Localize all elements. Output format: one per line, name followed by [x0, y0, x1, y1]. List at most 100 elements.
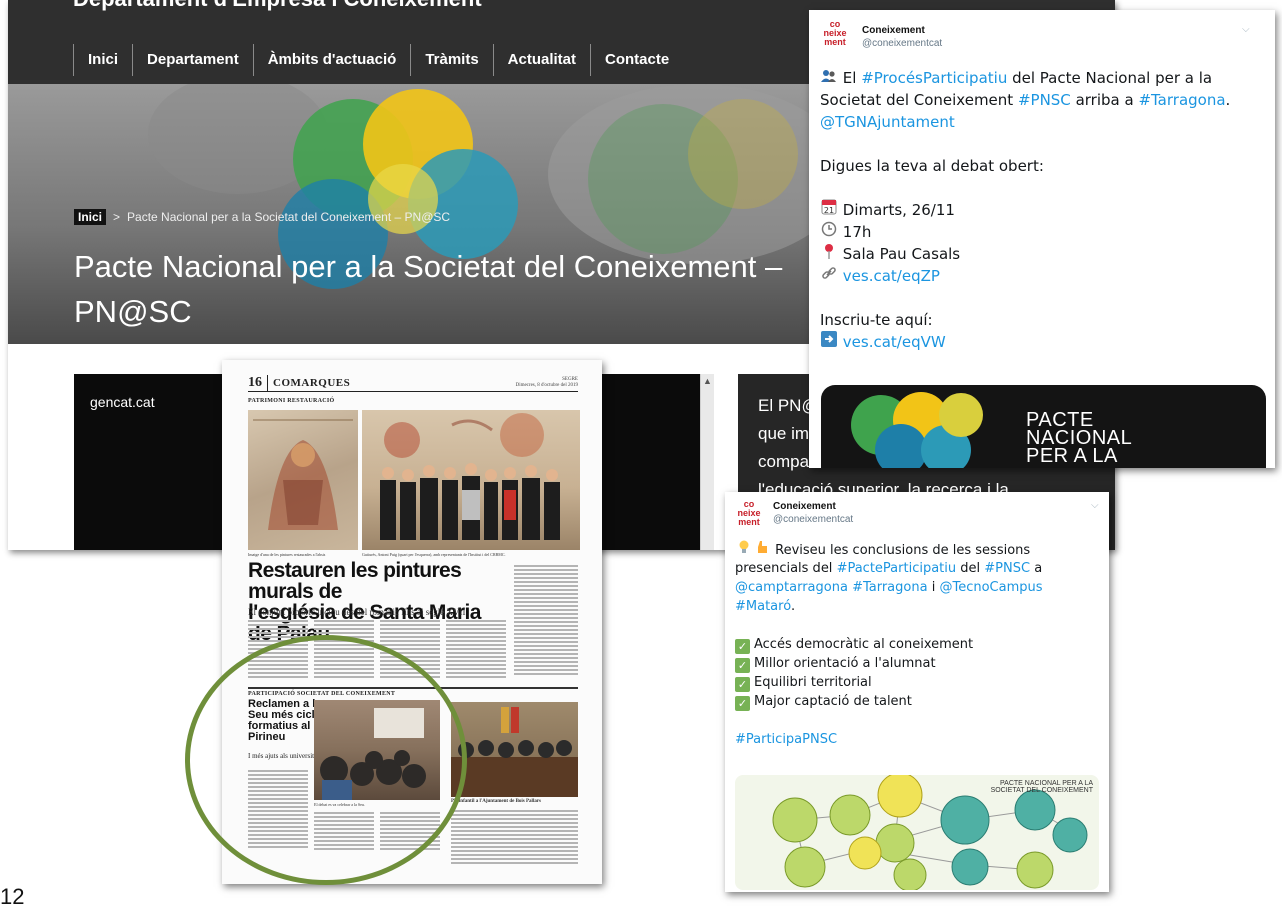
- arrow-right-icon: [820, 331, 838, 353]
- conclusion-item: Major captació de talent: [754, 694, 912, 709]
- scroll-up-icon[interactable]: ▲: [703, 376, 712, 386]
- people-icon: [820, 67, 838, 89]
- event-time: 17h: [842, 223, 872, 241]
- newspaper-name: SEGRE: [562, 376, 578, 382]
- chevron-down-icon[interactable]: ⌵: [1091, 500, 1099, 511]
- conclusion-item: Equilibri territorial: [754, 675, 872, 690]
- headline-line1: Restauren les pintures murals de: [248, 559, 462, 603]
- nav-item-tramits[interactable]: Tràmits: [410, 44, 492, 76]
- nav-item-inici[interactable]: Inici: [73, 44, 132, 76]
- newspaper-date: Dimecres, 8 d'octubre del 2019: [515, 382, 578, 388]
- tweet-text-fragment: .: [1225, 91, 1231, 109]
- photo4-caption: Ple infantil a l'Ajuntament de Bois Pall…: [451, 799, 541, 804]
- newspaper-page-number: 16: [248, 374, 268, 391]
- svg-text:21: 21: [824, 206, 834, 215]
- chevron-down-icon[interactable]: ⌵: [1242, 24, 1250, 35]
- slide-page-number: 12: [0, 884, 25, 909]
- banner-text: PACTE NACIONAL PER A LA: [1026, 410, 1132, 467]
- tweet-card[interactable]: co neixe ment Coneixement @coneixementca…: [725, 492, 1109, 892]
- tweet-text-fragment: arriba a: [1070, 91, 1139, 109]
- photo2-caption: Gutiurès, Antoni Puig (quart per l'esque…: [362, 552, 506, 557]
- group-people-illustration: [380, 413, 560, 540]
- newspaper-header: 16 COMARQUES SEGRE Dimecres, 8 d'octubre…: [248, 374, 578, 392]
- tweet-text: El #ProcésParticipatiu del Pacte Naciona…: [820, 67, 1230, 353]
- hashtag-link[interactable]: #ProcésParticipatiu: [861, 69, 1007, 87]
- newspaper-masthead: SEGRE Dimecres, 8 d'octubre del 2019: [516, 377, 578, 389]
- tweet-author-handle[interactable]: @coneixementcat: [862, 38, 942, 49]
- mural-photo: [248, 410, 358, 550]
- mention-link[interactable]: @TecnoCampus: [939, 580, 1042, 595]
- hashtag-link[interactable]: #ParticipaPNSC: [735, 732, 837, 747]
- checkmark-icon: ✓: [735, 696, 750, 711]
- hashtag-link[interactable]: #PNSC: [1018, 91, 1071, 109]
- nav-item-actualitat[interactable]: Actualitat: [492, 44, 590, 76]
- tweet-text-fragment: presencials del: [735, 561, 837, 576]
- concept-map-title-line: PACTE NACIONAL PER A LA: [1000, 780, 1093, 787]
- tweet-text-fragment: a: [1030, 561, 1043, 576]
- tweet-text-fragment: Reviseu les conclusions de les sessions: [775, 543, 1031, 558]
- hashtag-link[interactable]: #PacteParticipatiu: [837, 561, 957, 576]
- tweet-card[interactable]: co neixe ment Coneixement @coneixementca…: [809, 10, 1275, 468]
- tweet-author-handle[interactable]: @coneixementcat: [773, 514, 853, 525]
- main-nav: Inici Departament Àmbits d'actuació Tràm…: [73, 44, 683, 76]
- hashtag-link[interactable]: #Mataró: [735, 599, 791, 614]
- lightbulb-icon: [735, 540, 753, 560]
- concept-map-title-line: SOCIETAT DEL CONEIXEMENT: [990, 787, 1093, 794]
- photo1-caption: Imatge d'una de les pintures restaurades…: [248, 552, 326, 557]
- article1-body-col4: [446, 620, 506, 680]
- checkmark-icon: ✓: [735, 658, 750, 673]
- mention-link[interactable]: @TGNAjuntament: [820, 113, 955, 131]
- article3-body: [451, 810, 578, 866]
- pin-icon: [820, 243, 838, 265]
- newspaper-section: COMARQUES: [273, 376, 351, 389]
- highlight-circle: [185, 635, 467, 885]
- tweet-text-fragment: El: [842, 69, 862, 87]
- council-photo: [451, 702, 578, 797]
- nav-item-contacte[interactable]: Contacte: [590, 44, 683, 76]
- checkmark-icon: ✓: [735, 677, 750, 692]
- nav-item-ambits[interactable]: Àmbits d'actuació: [252, 44, 411, 76]
- event-place: Sala Pau Casals: [842, 245, 961, 263]
- coneixement-avatar[interactable]: co neixe ment: [819, 20, 851, 52]
- mention-link[interactable]: @camptarragona: [735, 580, 848, 595]
- tweet-author-name[interactable]: Coneixement: [862, 25, 925, 36]
- video-scrollbar[interactable]: ▲: [700, 374, 714, 550]
- hashtag-link[interactable]: #PNSC: [984, 561, 1030, 576]
- tweet-image[interactable]: PACTE NACIONAL PER A LA: [821, 385, 1266, 468]
- clock-icon: [820, 221, 838, 243]
- conclusion-item: Accés democràtic al coneixement: [754, 637, 974, 652]
- page-title: Pacte Nacional per a la Societat del Con…: [74, 244, 834, 334]
- breadcrumb-current: Pacte Nacional per a la Societat del Con…: [127, 210, 451, 224]
- tweet-author-name[interactable]: Coneixement: [773, 501, 836, 512]
- avatar-text-bottom: ment: [738, 517, 760, 527]
- coneixement-avatar[interactable]: co neixe ment: [733, 500, 765, 532]
- checkmark-icon: ✓: [735, 639, 750, 654]
- tweet-image-concept-map[interactable]: PACTE NACIONAL PER A LA SOCIETAT DEL CON…: [735, 775, 1099, 890]
- banner-text-line: PER A LA: [1026, 445, 1118, 467]
- nav-item-departament[interactable]: Departament: [132, 44, 253, 76]
- video-channel-label: gencat.cat: [90, 394, 155, 410]
- site-title: Departament d'Empresa i Coneixement: [73, 0, 482, 12]
- tweet-text-fragment: i: [927, 580, 940, 595]
- tweet-text-fragment: Digues la teva al debat obert:: [820, 157, 1044, 175]
- event-link[interactable]: ves.cat/eqZP: [843, 267, 940, 285]
- concept-map-title: PACTE NACIONAL PER A LA SOCIETAT DEL CON…: [991, 780, 1093, 794]
- register-link[interactable]: ves.cat/eqVW: [843, 333, 946, 351]
- event-date: Dimarts, 26/11: [842, 201, 955, 219]
- council-illustration: [451, 707, 578, 797]
- conclusion-item: Millor orientació a l'alumnat: [754, 656, 936, 671]
- breadcrumb-home[interactable]: Inici: [74, 209, 107, 225]
- article1-body-col5: [514, 565, 578, 677]
- hashtag-link[interactable]: #Tarragona: [1138, 91, 1225, 109]
- calendar-icon: 21: [820, 199, 838, 221]
- hashtag-link[interactable]: #Tarragona: [852, 580, 928, 595]
- article1-subheadline: El conjunt pictòric inclou des del romàn…: [248, 607, 466, 617]
- article1-category: PATRIMONI RESTAURACIÓ: [248, 398, 335, 404]
- breadcrumb-separator: >: [113, 210, 121, 224]
- tweet-text-fragment: .: [790, 599, 796, 614]
- register-label: Inscriu-te aquí:: [820, 311, 933, 329]
- group-photo: [362, 410, 580, 550]
- mural-illustration: [253, 419, 353, 530]
- tweet-text-fragment: del: [956, 561, 985, 576]
- avatar-text-bottom: ment: [824, 37, 846, 47]
